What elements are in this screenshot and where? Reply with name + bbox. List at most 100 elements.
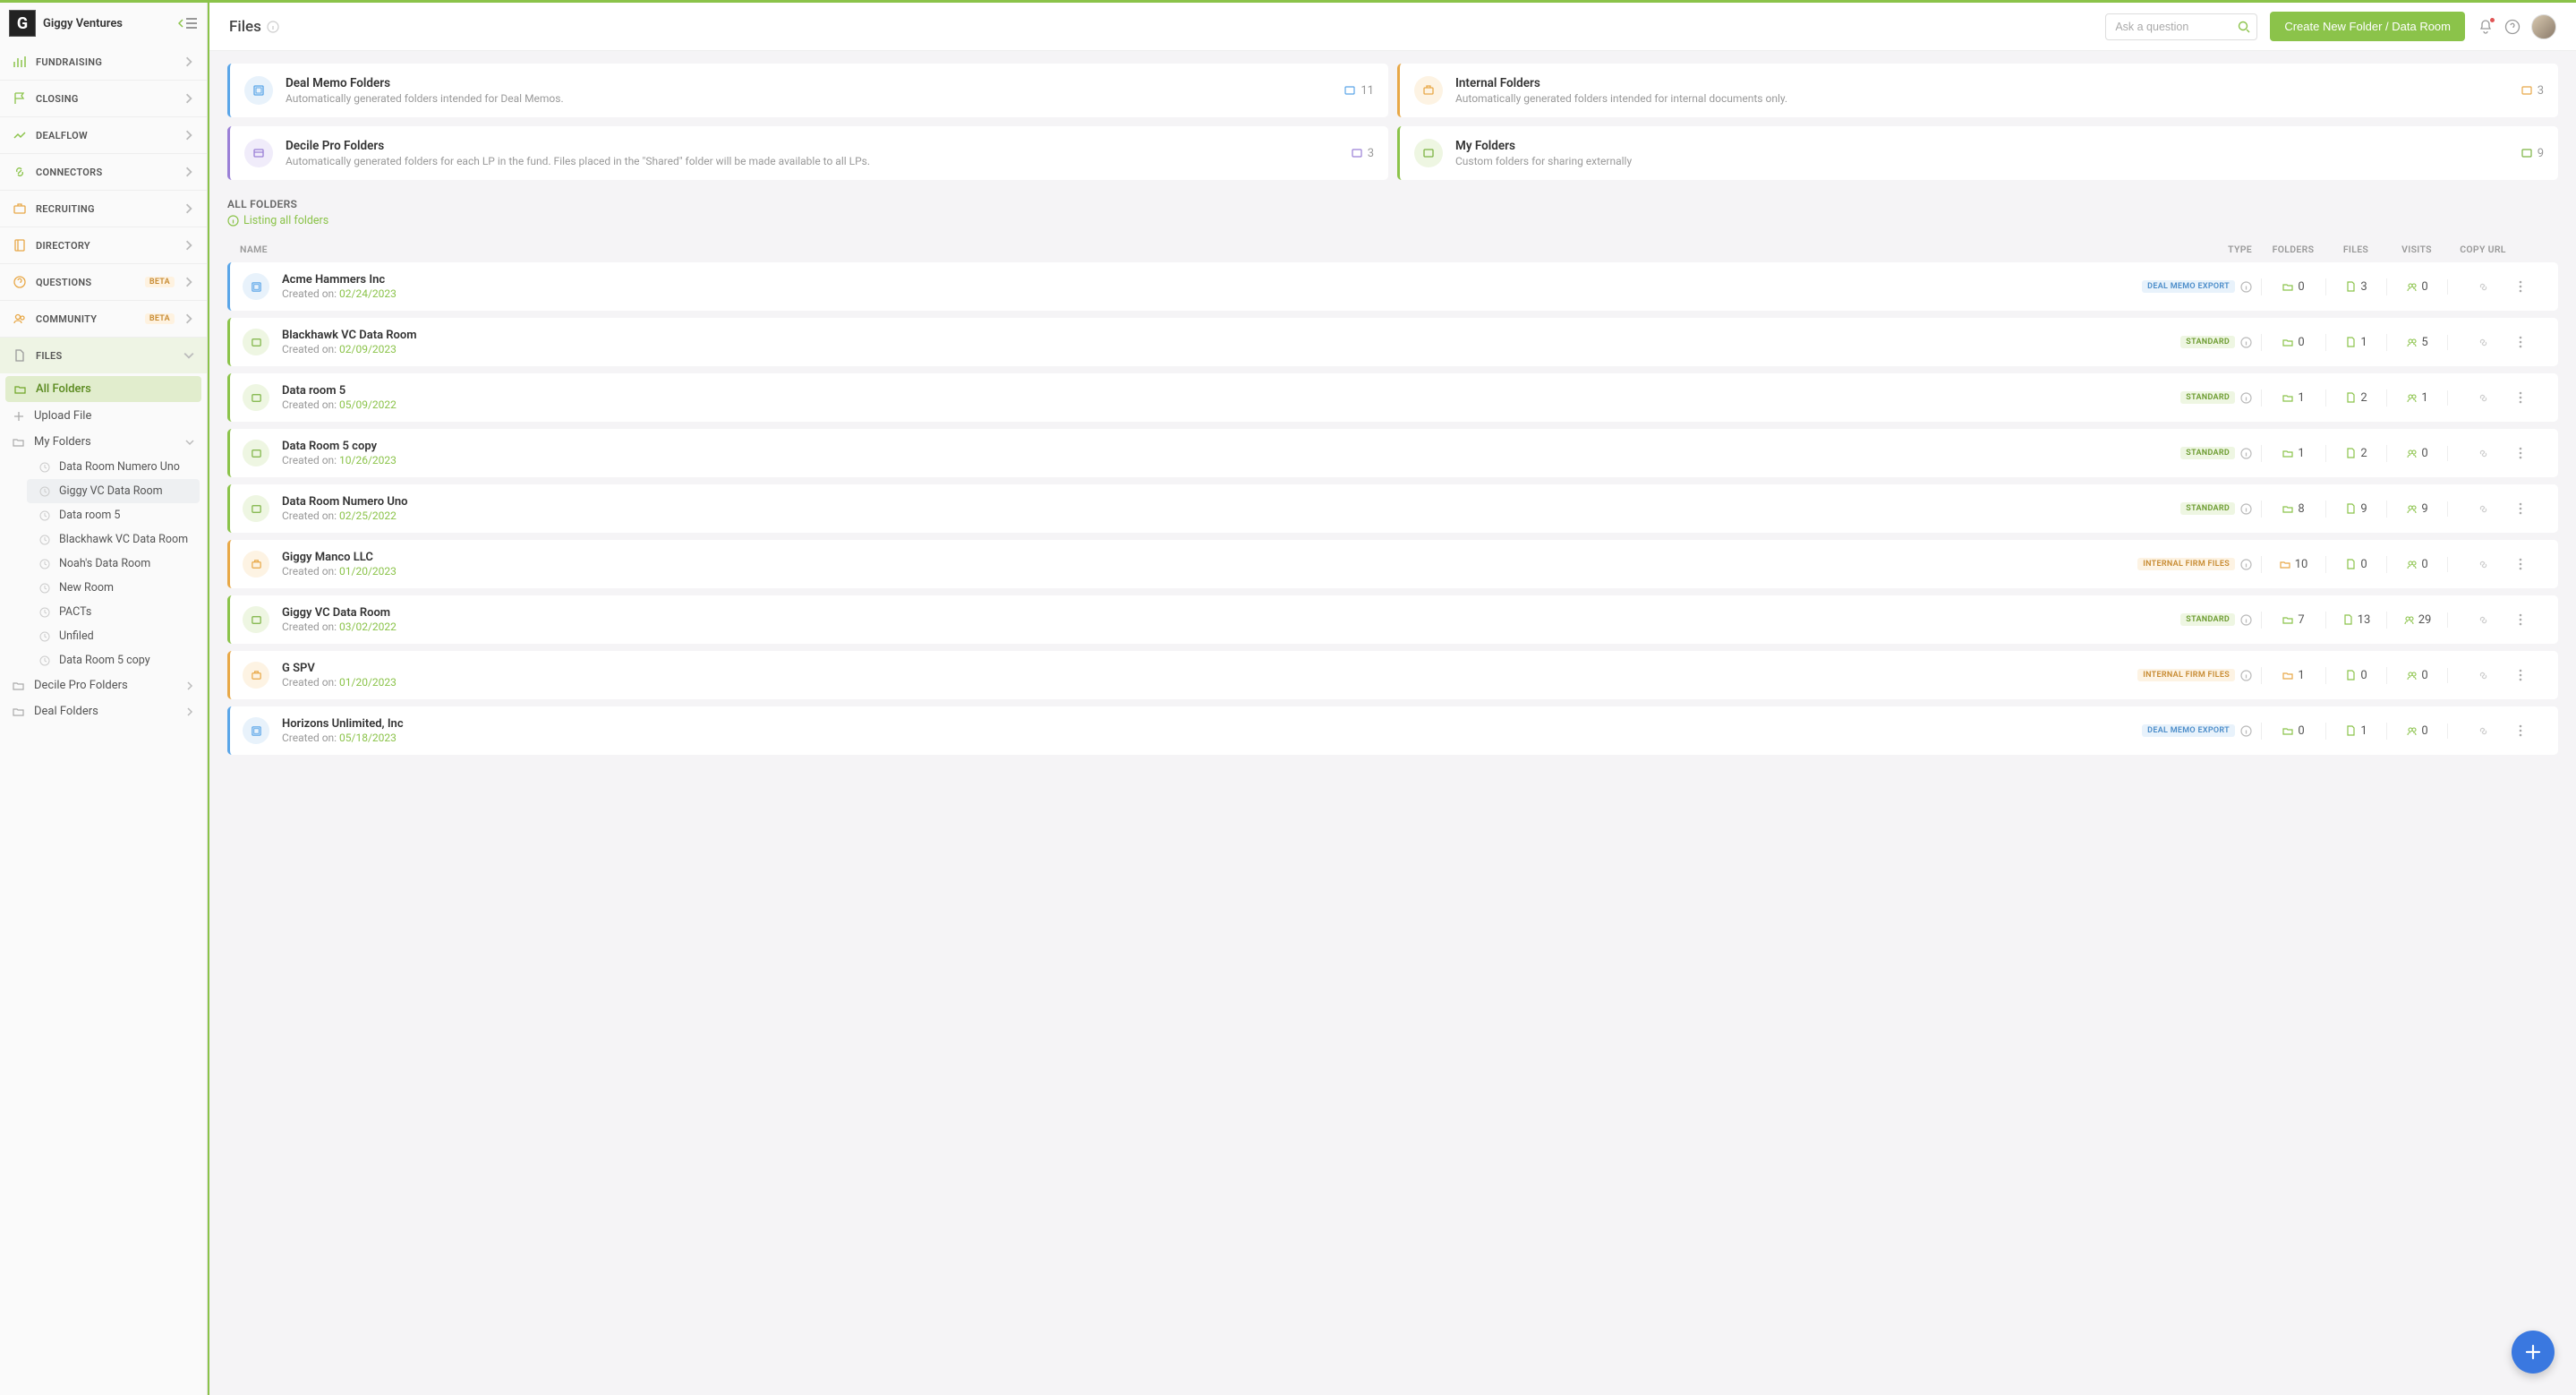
- subnav-decile-pro[interactable]: Decile Pro Folders: [0, 672, 207, 698]
- create-folder-button[interactable]: Create New Folder / Data Room: [2270, 12, 2465, 41]
- table-row[interactable]: Horizons Unlimited, IncCreated on: 05/18…: [227, 706, 2558, 755]
- table-row[interactable]: Data Room Numero UnoCreated on: 02/25/20…: [227, 484, 2558, 533]
- row-type: STANDARD: [2109, 502, 2261, 515]
- chevron-left-icon: [178, 19, 183, 28]
- row-copy-url[interactable]: [2447, 279, 2519, 295]
- info-icon[interactable]: [2240, 559, 2252, 570]
- more-vertical-icon: [2519, 502, 2522, 515]
- sidebar-collapse-button[interactable]: [178, 18, 198, 29]
- my-folders-nested: Data Room Numero UnoGiggy VC Data RoomDa…: [0, 455, 207, 672]
- info-icon[interactable]: [2240, 725, 2252, 737]
- chevron-right-icon: [183, 167, 194, 177]
- row-title: Acme Hammers Inc: [282, 273, 2109, 287]
- row-menu-button[interactable]: [2519, 724, 2546, 737]
- row-title: Giggy VC Data Room: [282, 606, 2109, 620]
- subnav-my-folders[interactable]: My Folders: [0, 429, 207, 455]
- subnav-all-folders[interactable]: All Folders: [5, 376, 201, 402]
- row-copy-url[interactable]: [2447, 390, 2519, 406]
- nav-files[interactable]: FILES: [0, 338, 207, 373]
- user-avatar[interactable]: [2531, 14, 2556, 39]
- users-icon: [2403, 614, 2415, 626]
- help-icon[interactable]: [2504, 19, 2521, 35]
- row-copy-url[interactable]: [2447, 668, 2519, 683]
- row-copy-url[interactable]: [2447, 501, 2519, 517]
- subnav-deal-folders[interactable]: Deal Folders: [0, 698, 207, 724]
- chevron-right-icon: [183, 277, 194, 287]
- subnav-nested-item[interactable]: Unfiled: [27, 624, 207, 648]
- clock-icon: [39, 462, 50, 473]
- type-pill: DEAL MEMO EXPORT: [2142, 280, 2235, 293]
- more-vertical-icon: [2519, 336, 2522, 348]
- notification-dot: [2489, 17, 2495, 23]
- row-copy-url[interactable]: [2447, 446, 2519, 461]
- table-row[interactable]: Acme Hammers IncCreated on: 02/24/2023DE…: [227, 262, 2558, 311]
- nav-recruiting[interactable]: RECRUITING: [0, 191, 207, 227]
- table-row[interactable]: G SPVCreated on: 01/20/2023INTERNAL FIRM…: [227, 651, 2558, 699]
- row-main: Data Room 5 copyCreated on: 10/26/2023: [282, 440, 2109, 466]
- info-icon[interactable]: [2240, 614, 2252, 626]
- info-icon[interactable]: [2240, 670, 2252, 681]
- notifications-button[interactable]: [2478, 19, 2494, 35]
- nav-connectors[interactable]: CONNECTORS: [0, 154, 207, 190]
- row-menu-button[interactable]: [2519, 280, 2546, 293]
- link-icon: [2478, 448, 2489, 459]
- clock-icon: [39, 510, 50, 521]
- table-row[interactable]: Giggy VC Data RoomCreated on: 03/02/2022…: [227, 595, 2558, 644]
- nav-closing[interactable]: CLOSING: [0, 81, 207, 116]
- row-menu-button[interactable]: [2519, 558, 2546, 570]
- row-visits: 0: [2386, 723, 2447, 740]
- table-row[interactable]: Data Room 5 copyCreated on: 10/26/2023ST…: [227, 429, 2558, 477]
- row-copy-url[interactable]: [2447, 557, 2519, 572]
- beta-badge: BETA: [145, 313, 175, 324]
- sidebar-header: G Giggy Ventures: [0, 3, 207, 44]
- nav-community[interactable]: COMMUNITY BETA: [0, 301, 207, 337]
- info-icon[interactable]: [2240, 448, 2252, 459]
- row-copy-url[interactable]: [2447, 335, 2519, 350]
- subnav-nested-item[interactable]: New Room: [27, 576, 207, 600]
- file-icon: [13, 348, 27, 363]
- row-type: DEAL MEMO EXPORT: [2109, 724, 2261, 737]
- row-menu-button[interactable]: [2519, 391, 2546, 404]
- subnav-nested-item[interactable]: PACTs: [27, 600, 207, 624]
- row-type: STANDARD: [2109, 447, 2261, 459]
- nav-directory[interactable]: DIRECTORY: [0, 227, 207, 263]
- subnav-nested-item[interactable]: Giggy VC Data Room: [27, 479, 200, 503]
- card-my-folders[interactable]: My Folders Custom folders for sharing ex…: [1397, 126, 2558, 180]
- nav-dealflow[interactable]: DEALFLOW: [0, 117, 207, 153]
- info-icon[interactable]: [2240, 337, 2252, 348]
- users-icon: [2406, 670, 2418, 681]
- more-vertical-icon: [2519, 558, 2522, 570]
- table-row[interactable]: Blackhawk VC Data RoomCreated on: 02/09/…: [227, 318, 2558, 366]
- subnav-nested-item[interactable]: Noah's Data Room: [27, 552, 207, 576]
- row-menu-button[interactable]: [2519, 502, 2546, 515]
- row-menu-button[interactable]: [2519, 669, 2546, 681]
- subnav-nested-item[interactable]: Blackhawk VC Data Room: [27, 527, 207, 552]
- row-copy-url[interactable]: [2447, 612, 2519, 628]
- subnav-nested-item[interactable]: Data Room 5 copy: [27, 648, 207, 672]
- info-icon[interactable]: [2240, 503, 2252, 515]
- file-icon: [2345, 392, 2357, 404]
- row-menu-button[interactable]: [2519, 447, 2546, 459]
- nav-questions[interactable]: QUESTIONS BETA: [0, 264, 207, 300]
- subnav-upload-file[interactable]: Upload File: [0, 403, 207, 429]
- folder-icon: [2282, 448, 2294, 459]
- row-main: G SPVCreated on: 01/20/2023: [282, 662, 2109, 689]
- fab-add-button[interactable]: [2512, 1331, 2555, 1374]
- card-decile-pro[interactable]: Decile Pro Folders Automatically generat…: [227, 126, 1388, 180]
- more-vertical-icon: [2519, 669, 2522, 681]
- folder-open-icon: [14, 383, 27, 396]
- card-deal-memo[interactable]: Deal Memo Folders Automatically generate…: [227, 64, 1388, 117]
- info-icon[interactable]: [2240, 281, 2252, 293]
- card-internal[interactable]: Internal Folders Automatically generated…: [1397, 64, 2558, 117]
- row-copy-url[interactable]: [2447, 723, 2519, 739]
- info-icon[interactable]: [267, 21, 279, 33]
- search-input[interactable]: [2105, 13, 2257, 40]
- row-menu-button[interactable]: [2519, 336, 2546, 348]
- row-menu-button[interactable]: [2519, 613, 2546, 626]
- table-row[interactable]: Giggy Manco LLCCreated on: 01/20/2023INT…: [227, 540, 2558, 588]
- subnav-nested-item[interactable]: Data Room Numero Uno: [27, 455, 207, 479]
- nav-fundraising[interactable]: FUNDRAISING: [0, 44, 207, 80]
- table-row[interactable]: Data room 5Created on: 05/09/2022STANDAR…: [227, 373, 2558, 422]
- info-icon[interactable]: [2240, 392, 2252, 404]
- subnav-nested-item[interactable]: Data room 5: [27, 503, 207, 527]
